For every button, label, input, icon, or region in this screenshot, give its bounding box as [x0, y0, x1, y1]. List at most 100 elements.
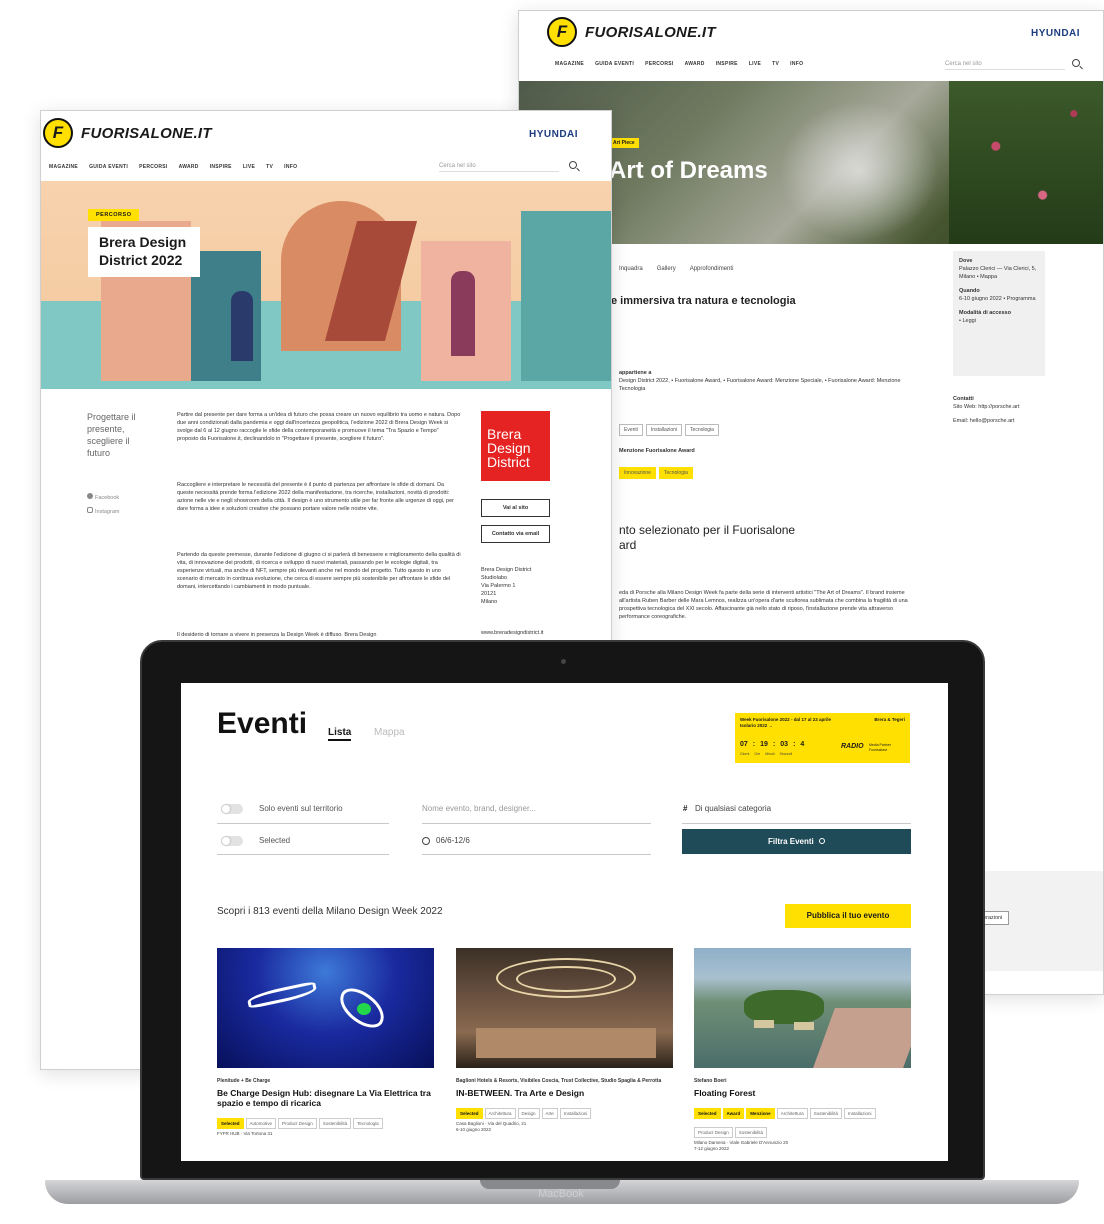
- banner-right: Brera & Tegeri: [874, 717, 905, 722]
- nav-item[interactable]: LIVE: [243, 164, 255, 170]
- nav-item[interactable]: AWARD: [685, 61, 705, 67]
- tag-item[interactable]: Tecnologia: [685, 424, 719, 436]
- chip[interactable]: Installazioni: [559, 1108, 592, 1119]
- event-place[interactable]: FYFR HUB · Via Tortona 31: [217, 1131, 434, 1137]
- event-title[interactable]: IN-BETWEEN. Tra Arte e Design: [456, 1088, 673, 1098]
- tab-inquadra[interactable]: Inquadra: [619, 266, 643, 272]
- brera-design-district-logo[interactable]: Brera Design District: [481, 411, 550, 481]
- chip[interactable]: Tecnologia: [353, 1118, 383, 1129]
- nav-item[interactable]: INSPIRE: [210, 164, 232, 170]
- partner-logo: RADIO: [841, 743, 864, 750]
- chip[interactable]: Sostenibilità: [809, 1108, 842, 1119]
- nav-item[interactable]: GUIDA EVENTI: [595, 61, 634, 67]
- hyundai-logo[interactable]: HYUNDAI: [529, 129, 578, 140]
- front-main-nav: MAGAZINE GUIDA EVENTI PERCORSI AWARD INS…: [49, 164, 297, 170]
- nav-item[interactable]: PERCORSI: [139, 164, 168, 170]
- tag-item[interactable]: Eventi: [619, 424, 643, 436]
- tab-gallery[interactable]: Gallery: [657, 266, 676, 272]
- search-input[interactable]: Cerca nel sito: [439, 163, 559, 172]
- back-tags: Eventi Installazioni Tecnologia: [619, 418, 722, 436]
- contacts-web[interactable]: Sito Web: http://porsche.art: [953, 403, 1020, 411]
- fuorisalone-logo-text[interactable]: FUORISALONE.IT: [81, 125, 212, 142]
- facebook-link[interactable]: Facebook: [87, 493, 119, 502]
- nav-item[interactable]: MAGAZINE: [555, 61, 584, 67]
- publish-event-button[interactable]: Pubblica il tuo evento: [785, 904, 911, 928]
- event-title[interactable]: Be Charge Design Hub: disegnare La Via E…: [217, 1088, 434, 1108]
- chip[interactable]: Automotive: [245, 1118, 277, 1129]
- instagram-link[interactable]: Instagram: [87, 507, 119, 516]
- clock-icon: [422, 837, 430, 845]
- nav-item[interactable]: INFO: [284, 164, 297, 170]
- event-card[interactable]: Baglioni Hotels & Resorts, Visibiles Cos…: [456, 948, 673, 1133]
- event-image[interactable]: [217, 948, 434, 1068]
- tag-icon: #: [683, 804, 688, 813]
- nav-item[interactable]: LIVE: [749, 61, 761, 67]
- award-heading-2: ard: [619, 538, 637, 552]
- selected-toggle-label: Selected: [259, 836, 291, 845]
- award-heading-1: nto selezionato per il Fuorisalone: [619, 523, 796, 537]
- tab-approfondimenti[interactable]: Approfondimenti: [690, 266, 734, 272]
- contact-email-button[interactable]: Contatto via email: [481, 525, 550, 543]
- category-select[interactable]: Di qualsiasi categoria: [695, 804, 771, 813]
- contacts-email[interactable]: Email: hello@porsche.art: [953, 417, 1015, 425]
- tab-lista[interactable]: Lista: [328, 727, 352, 741]
- tag-item[interactable]: Installazioni: [645, 424, 683, 436]
- search-icon[interactable]: [1072, 59, 1080, 67]
- chip[interactable]: Installazioni: [843, 1108, 876, 1119]
- fuorisalone-logo-text[interactable]: FUORISALONE.IT: [585, 24, 716, 41]
- events-count-text: Scopri i 813 eventi della Milano Design …: [217, 906, 443, 917]
- chip-menzione[interactable]: Menzione: [746, 1108, 775, 1119]
- search-icon[interactable]: [569, 161, 577, 169]
- front-website-link[interactable]: www.breradesigndistrict.it: [481, 629, 543, 637]
- countdown-banner[interactable]: Week Fuorisalone 2022 - dal 17 al 23 apr…: [735, 713, 910, 763]
- front-hero-title-line-2: District 2022: [99, 252, 183, 268]
- chip[interactable]: Product Design: [278, 1118, 317, 1129]
- award-chip[interactable]: Innovazione: [619, 467, 656, 479]
- access-value[interactable]: • Leggi: [959, 317, 1039, 325]
- visit-site-button[interactable]: Vai al sito: [481, 499, 550, 517]
- name-underline: [422, 823, 651, 824]
- territory-toggle[interactable]: [221, 804, 243, 814]
- where-value[interactable]: Palazzo Clerici — Via Clerici, 5, Milano…: [959, 265, 1039, 281]
- chip[interactable]: Sostenibilità: [318, 1118, 352, 1129]
- nav-item[interactable]: GUIDA EVENTI: [89, 164, 128, 170]
- event-image[interactable]: [456, 948, 673, 1068]
- event-card[interactable]: Plenitude + Be Charge Be Charge Design H…: [217, 948, 434, 1137]
- nav-item[interactable]: INSPIRE: [716, 61, 738, 67]
- chip[interactable]: Sostenibilità: [734, 1127, 768, 1138]
- search-icon: [819, 838, 826, 844]
- nav-item[interactable]: TV: [772, 61, 779, 67]
- name-search-input[interactable]: Nome evento, brand, designer...: [422, 804, 536, 813]
- hyundai-logo[interactable]: HYUNDAI: [1031, 28, 1080, 39]
- nav-item[interactable]: MAGAZINE: [49, 164, 78, 170]
- chip-selected[interactable]: Selected: [694, 1108, 721, 1119]
- chip[interactable]: Architettura: [484, 1108, 516, 1119]
- event-card[interactable]: Stefano Boeri Floating Forest Selected Aw…: [694, 948, 911, 1152]
- facebook-icon: [87, 493, 93, 499]
- filter-events-button[interactable]: Filtra Eventi: [682, 829, 911, 854]
- event-title[interactable]: Floating Forest: [694, 1088, 911, 1098]
- nav-item[interactable]: INFO: [790, 61, 803, 67]
- chip-award[interactable]: Award: [722, 1108, 745, 1119]
- chip[interactable]: Design: [517, 1108, 540, 1119]
- nav-item[interactable]: PERCORSI: [645, 61, 674, 67]
- selected-toggle[interactable]: [221, 836, 243, 846]
- chip[interactable]: Arte: [541, 1108, 558, 1119]
- nav-item[interactable]: AWARD: [179, 164, 199, 170]
- nav-item[interactable]: TV: [266, 164, 273, 170]
- award-chip[interactable]: Tecnologia: [658, 467, 693, 479]
- belongs-text[interactable]: Design District 2022, • Fuorisalone Awar…: [619, 377, 909, 393]
- tab-mappa[interactable]: Mappa: [374, 727, 405, 738]
- when-value[interactable]: 6-10 giugno 2022 • Programma: [959, 295, 1039, 303]
- chip-selected[interactable]: Selected: [456, 1108, 483, 1119]
- chip[interactable]: Architettura: [776, 1108, 808, 1119]
- chip[interactable]: Product Design: [694, 1127, 733, 1138]
- macbook-screen: Eventi Lista Mappa Week Fuorisalone 2022…: [181, 683, 948, 1161]
- award-label: Menzione Fuorisalone Award: [619, 448, 695, 454]
- fuorisalone-logo-icon[interactable]: F: [43, 118, 73, 148]
- date-range-input[interactable]: 06/6-12/6: [436, 836, 470, 845]
- chip-selected[interactable]: Selected: [217, 1118, 244, 1129]
- search-input[interactable]: Cerca nel sito: [945, 61, 1065, 70]
- event-image[interactable]: [694, 948, 911, 1068]
- fuorisalone-logo-icon[interactable]: F: [547, 17, 577, 47]
